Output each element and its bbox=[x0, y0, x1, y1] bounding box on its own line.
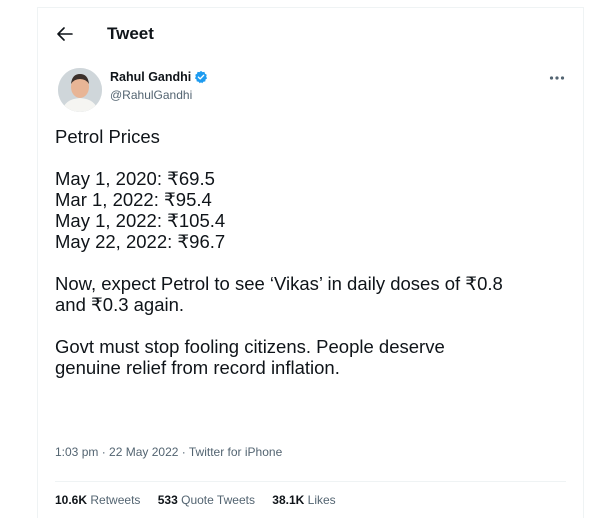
tweet-card: Tweet Rahul Gandhi @RahulGandhi Petrol P… bbox=[37, 7, 584, 518]
line-spacer bbox=[55, 315, 575, 336]
tweet-time[interactable]: 1:03 pm bbox=[55, 445, 98, 459]
tweet-line: Mar 1, 2022: ₹95.4 bbox=[55, 189, 212, 210]
likes-count: 38.1K bbox=[272, 493, 305, 507]
meta-separator: · bbox=[98, 445, 110, 459]
quote-tweets-count: 533 bbox=[157, 493, 178, 507]
divider bbox=[55, 481, 566, 482]
author-name[interactable]: Rahul Gandhi bbox=[110, 70, 191, 84]
retweets-label: Retweets bbox=[90, 493, 141, 507]
tweet-source[interactable]: Twitter for iPhone bbox=[189, 445, 282, 459]
author-handle[interactable]: @RahulGandhi bbox=[110, 88, 208, 102]
tweet-line: Now, expect Petrol to see ‘Vikas’ in dai… bbox=[55, 273, 503, 294]
author-info: Rahul Gandhi @RahulGandhi bbox=[110, 70, 208, 102]
tweet-line: and ₹0.3 again. bbox=[55, 294, 185, 315]
line-spacer bbox=[55, 252, 575, 273]
tweet-text: Petrol Prices May 1, 2020: ₹69.5 Mar 1, … bbox=[55, 126, 575, 378]
tweet-line: genuine relief from record inflation. bbox=[55, 357, 340, 378]
tweet-line: May 22, 2022: ₹96.7 bbox=[55, 231, 226, 252]
arrow-left-icon bbox=[57, 27, 73, 41]
tweet-line: Petrol Prices bbox=[55, 126, 160, 147]
avatar[interactable] bbox=[58, 68, 102, 112]
page-title: Tweet bbox=[107, 24, 154, 43]
tweet-date[interactable]: 22 May 2022 bbox=[109, 445, 178, 459]
tweet-meta: 1:03 pm · 22 May 2022 · Twitter for iPho… bbox=[55, 445, 282, 459]
retweets-stat[interactable]: 10.6K Retweets bbox=[55, 493, 140, 507]
more-horizontal-icon bbox=[549, 76, 565, 80]
tweet-line: May 1, 2020: ₹69.5 bbox=[55, 168, 215, 189]
meta-separator: · bbox=[178, 445, 189, 459]
likes-stat[interactable]: 38.1K Likes bbox=[272, 493, 335, 507]
tweet-header: Tweet bbox=[38, 8, 583, 60]
verified-badge-icon bbox=[195, 70, 208, 84]
engagement-stats: 10.6K Retweets 533 Quote Tweets 38.1K Li… bbox=[55, 493, 350, 507]
more-options-button[interactable] bbox=[549, 68, 565, 84]
tweet-line: May 1, 2022: ₹105.4 bbox=[55, 210, 226, 231]
quote-tweets-stat[interactable]: 533 Quote Tweets bbox=[158, 493, 255, 507]
likes-label: Likes bbox=[307, 493, 336, 507]
line-spacer bbox=[55, 147, 575, 168]
quote-tweets-label: Quote Tweets bbox=[181, 493, 255, 507]
avatar-image bbox=[58, 68, 102, 112]
back-button[interactable] bbox=[52, 21, 78, 47]
retweets-count: 10.6K bbox=[55, 493, 88, 507]
tweet-line: Govt must stop fooling citizens. People … bbox=[55, 336, 445, 357]
